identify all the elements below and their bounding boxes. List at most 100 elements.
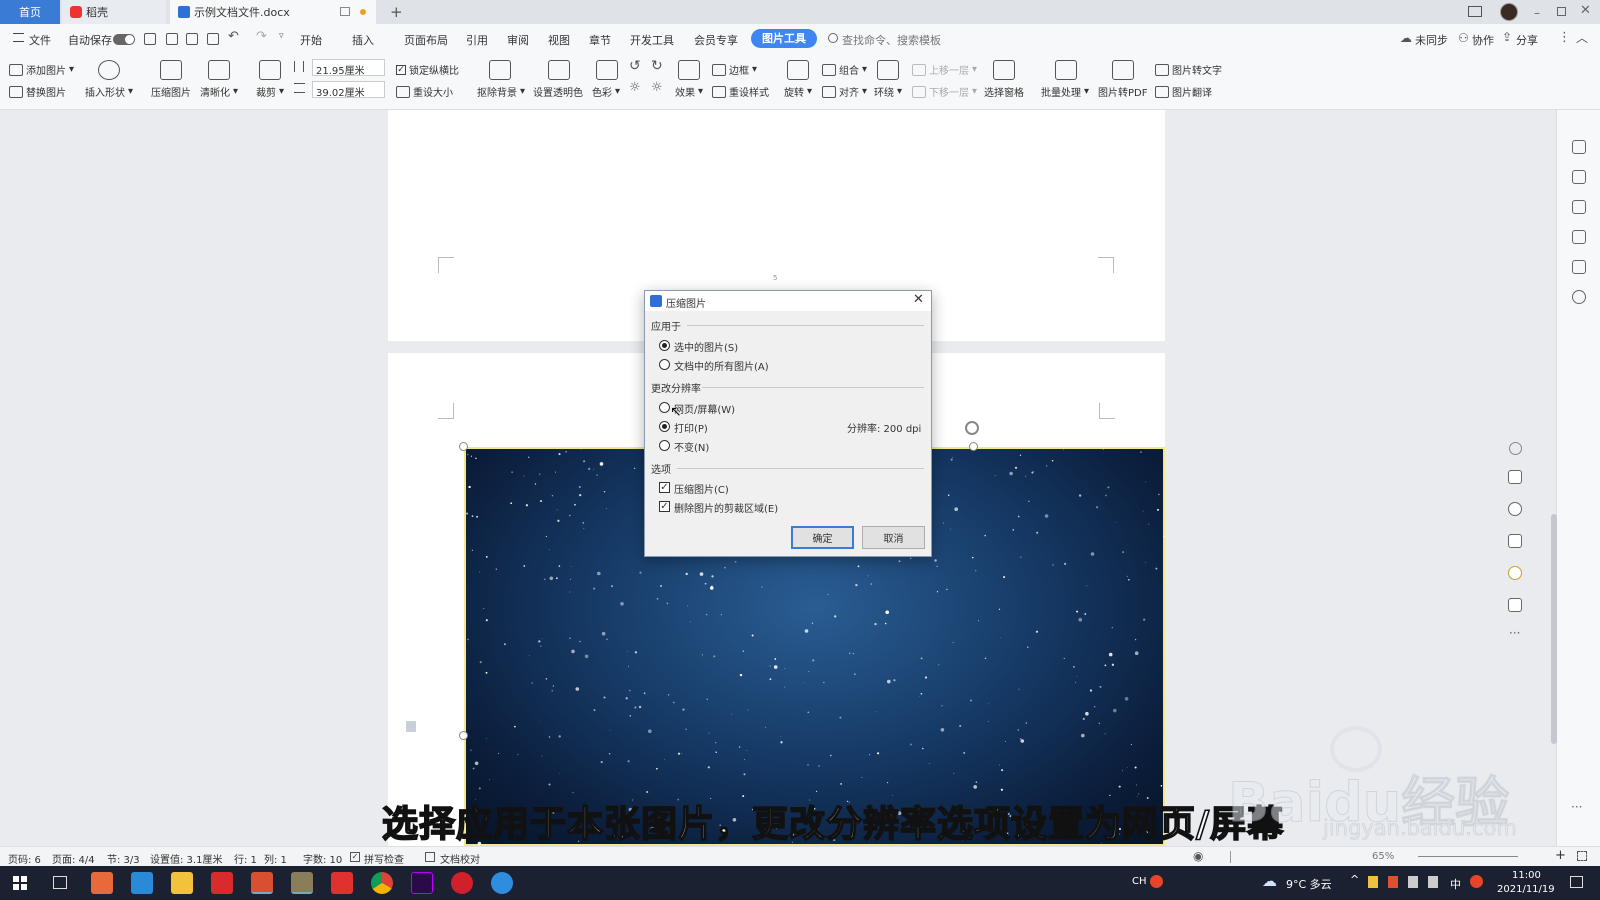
apply-selected-label[interactable]: 选中的图片(S) (674, 339, 738, 354)
lightbulb-icon[interactable] (1508, 566, 1522, 580)
sogou-icon[interactable] (1150, 875, 1163, 888)
premiere-icon[interactable] (411, 872, 433, 894)
avatar[interactable] (1500, 3, 1518, 21)
menu-item[interactable]: 页面布局 (404, 32, 466, 48)
print-preview-icon[interactable] (207, 33, 219, 45)
chrome-icon[interactable] (371, 872, 393, 894)
wps-icon[interactable] (211, 872, 233, 894)
resolution-web-label[interactable]: 网页/屏幕(W) (674, 401, 735, 416)
crop-button[interactable]: 裁剪 ▾ (256, 84, 284, 99)
collapse-ribbon-icon[interactable]: ︿ (1576, 29, 1588, 46)
menu-item[interactable]: 开始 (300, 32, 352, 48)
picture-to-pdf-button[interactable]: 图片转PDF (1098, 84, 1147, 99)
menu-item[interactable]: 开发工具 (630, 32, 694, 48)
border-button[interactable]: 边框 ▾ (712, 62, 757, 77)
office-app-icon[interactable] (91, 872, 113, 894)
proofread-icon[interactable] (425, 852, 435, 862)
rotate-button[interactable]: 旋转 ▾ (784, 84, 812, 99)
task-view-icon[interactable] (53, 876, 67, 889)
hamburger-icon[interactable] (13, 33, 24, 42)
weather-text[interactable]: 9°C 多云 (1286, 876, 1332, 892)
command-search[interactable]: 查找命令、搜索模板 (842, 32, 941, 48)
resolution-none-label[interactable]: 不变(N) (674, 439, 709, 454)
reset-style-button[interactable]: 重设样式 (712, 84, 769, 99)
paragraph-marker-icon[interactable] (406, 721, 416, 732)
fullscreen-icon[interactable] (1577, 851, 1587, 861)
ok-button[interactable]: 确定 (791, 526, 854, 549)
collab-icon[interactable]: ⚇ (1458, 31, 1469, 45)
spell-check-button[interactable]: 拼写检查 (364, 851, 404, 866)
delete-crop-checkbox[interactable]: ✓ (659, 501, 670, 512)
delete-crop-option-label[interactable]: 删除图片的剪裁区域(E) (674, 500, 778, 515)
settings-sliders-icon[interactable] (1572, 230, 1586, 244)
insert-shape-button[interactable]: 插入形状 ▾ (85, 84, 133, 99)
zoom-slider[interactable] (1418, 856, 1518, 857)
brightness-icon[interactable]: ☼ (629, 80, 641, 95)
effect-button[interactable]: 效果 ▾ (675, 84, 703, 99)
close-window-icon[interactable]: ✕ (1580, 3, 1591, 18)
menu-item[interactable]: 插入 (352, 32, 404, 48)
group-button[interactable]: 组合 ▾ (822, 62, 867, 77)
float-more-icon[interactable]: ··· (1509, 626, 1520, 640)
apply-all-radio[interactable] (659, 359, 670, 370)
resize-handle[interactable] (969, 442, 978, 451)
sync-status[interactable]: 未同步 (1415, 32, 1448, 48)
menu-item[interactable]: 审阅 (507, 32, 548, 48)
sogou-tray-icon[interactable] (1470, 875, 1483, 888)
notification-icon[interactable] (1570, 876, 1583, 888)
sharpen-button[interactable]: 清晰化 ▾ (200, 84, 238, 99)
lock-ratio-checkbox[interactable]: ✓ 锁定纵横比 (396, 62, 459, 77)
resolution-print-radio[interactable] (659, 421, 670, 432)
wps-writer-active-icon[interactable] (251, 872, 273, 894)
rotate-handle-icon[interactable] (965, 421, 979, 435)
height-input[interactable]: 39.02厘米 (312, 81, 385, 99)
crop-tool-icon[interactable] (1508, 534, 1522, 548)
picture-tool-icon[interactable] (1572, 260, 1586, 274)
save-icon[interactable] (144, 33, 156, 45)
windows-start-icon[interactable] (13, 876, 27, 890)
tab-daoke[interactable]: 稻壳 (62, 0, 166, 24)
reset-size-button[interactable]: 重设大小 (396, 84, 453, 99)
color-button[interactable]: 色彩 ▾ (592, 84, 620, 99)
replace-picture-button[interactable]: 替换图片 (9, 84, 66, 99)
autosave-toggle[interactable] (113, 34, 135, 45)
zoom-in-icon[interactable]: + (1555, 848, 1566, 863)
tab-document[interactable]: 示例文档文件.docx (170, 0, 376, 24)
resolution-print-label[interactable]: 打印(P) (674, 420, 708, 435)
vertical-scrollbar[interactable] (1550, 114, 1558, 824)
compress-picture-checkbox[interactable]: ✓ (659, 482, 670, 493)
share-icon[interactable]: ⇪ (1502, 30, 1512, 44)
menu-item[interactable]: 引用 (466, 32, 507, 48)
layout-options-icon[interactable] (1508, 470, 1522, 484)
spell-check-icon[interactable]: ✓ (350, 852, 360, 862)
cancel-button[interactable]: 取消 (862, 526, 925, 549)
select-icon[interactable] (1572, 200, 1586, 214)
photos-app-icon[interactable] (131, 872, 153, 894)
zoom-out-icon[interactable] (1509, 442, 1522, 455)
window-icon[interactable] (340, 7, 350, 16)
picture-translate-button[interactable]: 图片翻译 (1155, 84, 1212, 99)
more-menu-icon[interactable]: ⋮ (1558, 30, 1571, 45)
proofread-button[interactable]: 文档校对 (440, 851, 480, 866)
cloud-sync-icon[interactable]: ☁ (1400, 31, 1412, 45)
compress-picture-button[interactable]: 压缩图片 (151, 84, 191, 99)
contrast-icon[interactable]: ☼ (651, 80, 663, 95)
view-mode-icons[interactable] (1230, 851, 1330, 863)
more-options-icon[interactable]: ··· (1571, 800, 1582, 814)
redo-icon[interactable]: ↷ (256, 29, 267, 44)
netease-music-icon[interactable] (451, 872, 473, 894)
media-app-icon[interactable] (291, 872, 313, 894)
remove-background-button[interactable]: 抠除背景 ▾ (477, 84, 525, 99)
close-icon[interactable]: ✕ (913, 292, 924, 307)
resolution-web-radio[interactable] (659, 402, 670, 413)
resolution-none-radio[interactable] (659, 440, 670, 451)
print-icon[interactable] (186, 33, 198, 45)
menu-file[interactable]: 文件 (29, 32, 51, 48)
bring-forward-button[interactable]: 上移一层 ▾ (912, 62, 977, 77)
tray-icons[interactable] (1368, 876, 1438, 888)
selection-pane-button[interactable]: 选择窗格 (984, 84, 1024, 99)
wps-office-icon[interactable] (331, 872, 353, 894)
scroll-thumb[interactable] (1551, 514, 1557, 744)
collab-button[interactable]: 协作 (1472, 32, 1494, 48)
style-icon[interactable] (1572, 140, 1586, 154)
